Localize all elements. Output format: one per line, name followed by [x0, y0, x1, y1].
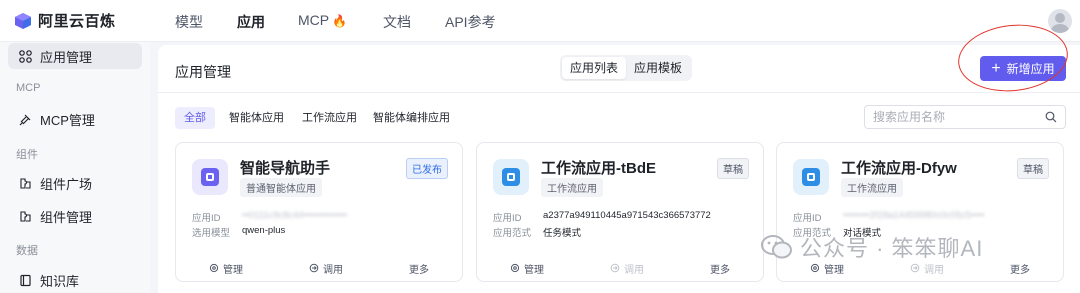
card-type-tag: 工作流应用 [541, 178, 603, 197]
card-title[interactable]: 工作流应用-tBdE [541, 157, 656, 178]
app-id-value: a2377a949110445a971543c366573772 [543, 210, 711, 221]
manage-label: 管理 [524, 264, 544, 276]
search-input[interactable] [873, 109, 1033, 125]
card-type-tag: 工作流应用 [841, 178, 903, 197]
sidebar-item-label: 知识库 [40, 273, 80, 289]
sidebar-item-label: 组件广场 [40, 176, 93, 192]
invoke-icon [610, 263, 620, 273]
filter-agent-orchestration-apps[interactable]: 智能体编排应用 [364, 107, 459, 129]
invoke-label: 调用 [323, 264, 343, 276]
top-navigation-bar: 阿里云百炼 模型 应用 MCP 🔥 文档 API参考 [0, 0, 1080, 42]
gear-icon [510, 263, 520, 273]
book-icon [18, 273, 32, 287]
more-label: 更多 [1010, 264, 1030, 276]
app-grid-icon [18, 49, 32, 63]
model-label: 选用模型 [192, 228, 231, 239]
search-icon[interactable] [1045, 111, 1057, 123]
brand-name: 阿里云百炼 [38, 13, 116, 30]
gear-icon [810, 263, 820, 273]
card-actions: 管理 调用 更多 [477, 255, 763, 281]
more-button[interactable]: 更多 [710, 261, 730, 276]
mcp-icon [18, 112, 32, 126]
app-id-label: 应用ID [793, 213, 822, 224]
invoke-icon [309, 263, 319, 273]
status-badge: 草稿 [1017, 158, 1049, 179]
nav-item-mcp[interactable]: MCP 🔥 [298, 12, 347, 28]
nav-item-docs[interactable]: 文档 [383, 12, 411, 32]
model-value: qwen-plus [242, 225, 286, 236]
manage-label: 管理 [223, 264, 243, 276]
sidebar-item-label: MCP管理 [40, 112, 95, 128]
manage-button[interactable]: 管理 [510, 261, 544, 276]
filter-agent-apps[interactable]: 智能体应用 [220, 107, 293, 129]
gear-icon [209, 263, 219, 273]
user-avatar[interactable] [1048, 9, 1072, 33]
wechat-icon [761, 235, 792, 259]
nav-item-api-reference[interactable]: API参考 [445, 12, 496, 32]
view-segmented-control: 应用列表 应用模板 [560, 55, 693, 81]
more-button[interactable]: 更多 [409, 261, 429, 276]
sidebar-group-mcp: MCP [16, 82, 41, 94]
header-divider [158, 92, 1080, 93]
sidebar: 应用管理 MCP MCP管理 组件 组件广场 组件管理 数据 知识库 [0, 42, 150, 293]
agent-app-icon [192, 159, 228, 195]
invoke-label: 调用 [624, 264, 644, 276]
sidebar-group-components: 组件 [16, 149, 38, 161]
sidebar-item-component-management[interactable]: 组件管理 [8, 203, 142, 229]
nav-item-apps[interactable]: 应用 [237, 12, 265, 32]
workflow-app-icon [493, 159, 529, 195]
app-id-label: 应用ID [192, 213, 221, 224]
app-id-value: ••0111c9c8c44••••••••••••• [242, 210, 347, 221]
watermark: 公众号 · 笨笨聊AI [760, 231, 983, 263]
sidebar-group-data: 数据 [16, 245, 38, 257]
workflow-app-icon [793, 159, 829, 195]
component-icon [18, 209, 32, 223]
filter-all[interactable]: 全部 [175, 107, 215, 129]
card-type-tag: 普通智能体应用 [240, 178, 322, 197]
paradigm-label: 应用范式 [493, 228, 532, 239]
more-button[interactable]: 更多 [1010, 261, 1030, 276]
more-label: 更多 [710, 264, 730, 276]
nav-item-mcp-label: MCP [298, 12, 330, 28]
app-card[interactable]: 工作流应用-tBdE 工作流应用 草稿 应用ID a2377a949110445… [476, 142, 764, 282]
bailian-logo-icon [15, 12, 31, 29]
paradigm-value: 任务模式 [543, 228, 582, 239]
sidebar-item-label: 应用管理 [40, 49, 93, 65]
invoke-button[interactable]: 调用 [610, 261, 644, 276]
watermark-text: 公众号 · 笨笨聊AI [800, 236, 984, 261]
status-badge: 已发布 [406, 158, 448, 179]
app-card[interactable]: 智能导航助手 普通智能体应用 已发布 应用ID ••0111c9c8c44•••… [175, 142, 463, 282]
card-title[interactable]: 智能导航助手 [240, 157, 330, 178]
app-id-value: ••••••••2f28a14459980c0c05c5•••• [843, 210, 985, 221]
flame-icon: 🔥 [332, 14, 348, 28]
sidebar-item-mcp-management[interactable]: MCP管理 [8, 106, 142, 132]
invoke-icon [910, 263, 920, 273]
card-title[interactable]: 工作流应用-Dfyw [841, 157, 957, 178]
status-badge: 草稿 [717, 158, 749, 179]
tab-app-templates[interactable]: 应用模板 [626, 57, 690, 79]
brand[interactable]: 阿里云百炼 [14, 10, 116, 31]
card-actions: 管理 调用 更多 [176, 255, 462, 281]
invoke-button[interactable]: 调用 [309, 261, 343, 276]
sidebar-item-app-management[interactable]: 应用管理 [8, 43, 142, 69]
search-box [864, 105, 1066, 129]
page-title: 应用管理 [175, 64, 231, 80]
filter-workflow-apps[interactable]: 工作流应用 [293, 107, 366, 129]
app-id-label: 应用ID [493, 213, 522, 224]
manage-button[interactable]: 管理 [209, 261, 243, 276]
tab-app-list[interactable]: 应用列表 [562, 57, 627, 79]
sidebar-item-label: 组件管理 [40, 209, 93, 225]
sidebar-item-knowledge-base[interactable]: 知识库 [8, 267, 142, 293]
sidebar-item-component-plaza[interactable]: 组件广场 [8, 170, 142, 196]
nav-item-models[interactable]: 模型 [175, 12, 203, 32]
component-icon [18, 176, 32, 190]
more-label: 更多 [409, 264, 429, 276]
